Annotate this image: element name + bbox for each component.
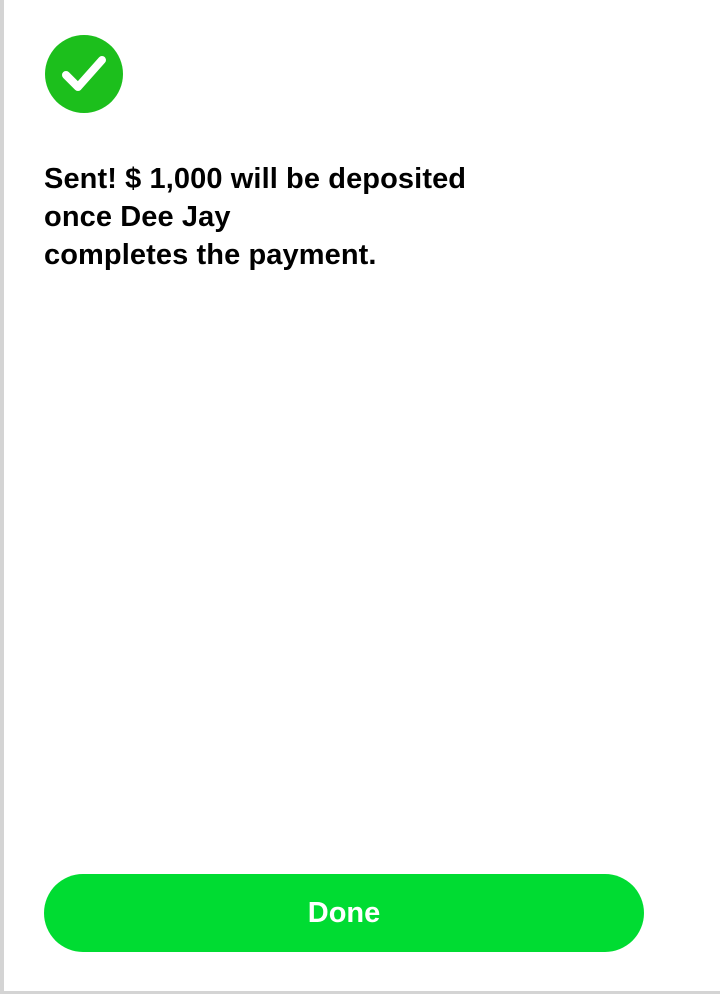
confirmation-message: Sent! $ 1,000 will be deposited once Dee… <box>44 160 514 274</box>
confirmation-message-line-2: once Dee Jay <box>44 201 231 233</box>
confirmation-message-line-3: completes the payment. <box>44 239 377 271</box>
checkmark-icon <box>62 56 106 91</box>
done-button[interactable]: Done <box>44 874 644 952</box>
payment-sent-screen: Sent! $ 1,000 will be deposited once Dee… <box>0 0 720 994</box>
confirmation-message-line-1: Sent! $ 1,000 will be deposited <box>44 163 467 195</box>
check-circle-icon <box>45 35 123 113</box>
